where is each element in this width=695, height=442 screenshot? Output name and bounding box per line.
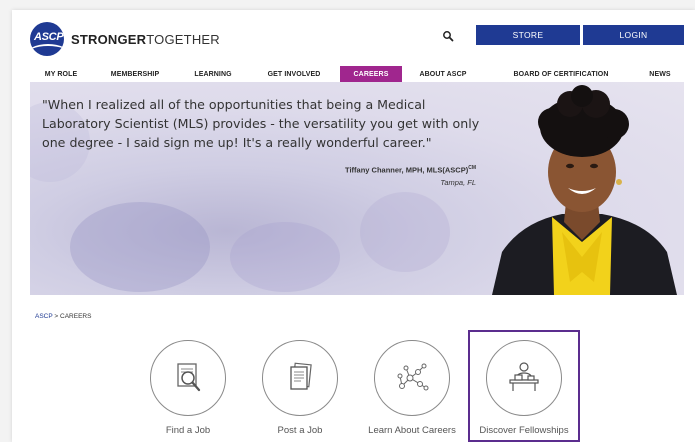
nav-item-about-ascp[interactable]: ABOUT ASCP — [410, 66, 476, 82]
discover-fellowships-icon-circle — [486, 340, 562, 416]
breadcrumb-separator: > — [54, 313, 59, 320]
nav-item-get-involved[interactable]: GET INVOLVED — [256, 66, 332, 82]
careers-page: ASCP STRONGERTOGETHER STORE LOGIN MY ROL… — [12, 10, 695, 442]
learn-about-careers-label: Learn About Careers — [368, 425, 456, 436]
breadcrumb: ASCP > CAREERS — [35, 313, 91, 320]
learn-about-careers-icon-circle — [374, 340, 450, 416]
ascp-logo-mark: ASCP — [30, 22, 64, 56]
store-button[interactable]: STORE — [476, 25, 580, 45]
ascp-logo[interactable]: ASCP STRONGERTOGETHER — [30, 22, 220, 56]
discover-fellowships-tile[interactable]: Discover Fellowships — [468, 330, 580, 442]
login-button[interactable]: LOGIN — [583, 25, 684, 45]
post-a-job-label: Post a Job — [277, 425, 323, 436]
hero-banner: "When I realized all of the opportunitie… — [30, 82, 684, 295]
hero-quote: "When I realized all of the opportunitie… — [42, 97, 480, 150]
nav-item-my-role[interactable]: MY ROLE — [30, 66, 92, 82]
stronger-together-tagline: STRONGERTOGETHER — [71, 31, 220, 47]
nav-item-news[interactable]: NEWS — [640, 66, 680, 82]
nav-item-learning[interactable]: LEARNING — [180, 66, 246, 82]
post-a-job-tile[interactable]: Post a Job — [244, 330, 356, 442]
cell-background-texture — [230, 222, 340, 292]
molecule-network-icon — [397, 363, 429, 391]
search-document-icon — [177, 363, 201, 392]
nav-item-membership[interactable]: MEMBERSHIP — [100, 66, 170, 82]
document-stack-icon — [290, 362, 312, 390]
person-at-desk-icon — [509, 362, 539, 391]
post-a-job-icon-circle — [262, 340, 338, 416]
find-a-job-icon-circle — [150, 340, 226, 416]
breadcrumb-current: CAREERS — [60, 313, 92, 320]
nav-item-board-of-certification[interactable]: BOARD OF CERTIFICATION — [496, 66, 626, 82]
main-nav: MY ROLE MEMBERSHIP LEARNING GET INVOLVED… — [12, 66, 695, 82]
find-a-job-label: Find a Job — [165, 425, 211, 436]
cell-background-texture — [360, 192, 450, 272]
breadcrumb-home-link[interactable]: ASCP — [35, 313, 53, 320]
quote-attribution: Tiffany Channer, MPH, MLS(ASCP)CM Tampa,… — [345, 165, 476, 187]
hero-portrait-image — [492, 85, 677, 295]
search-icon[interactable] — [442, 30, 454, 42]
discover-fellowships-label: Discover Fellowships — [479, 425, 569, 436]
find-a-job-tile[interactable]: Find a Job — [132, 330, 244, 442]
learn-about-careers-tile[interactable]: Learn About Careers — [356, 330, 468, 442]
nav-item-careers[interactable]: CAREERS — [340, 66, 402, 82]
cell-background-texture — [70, 202, 210, 292]
